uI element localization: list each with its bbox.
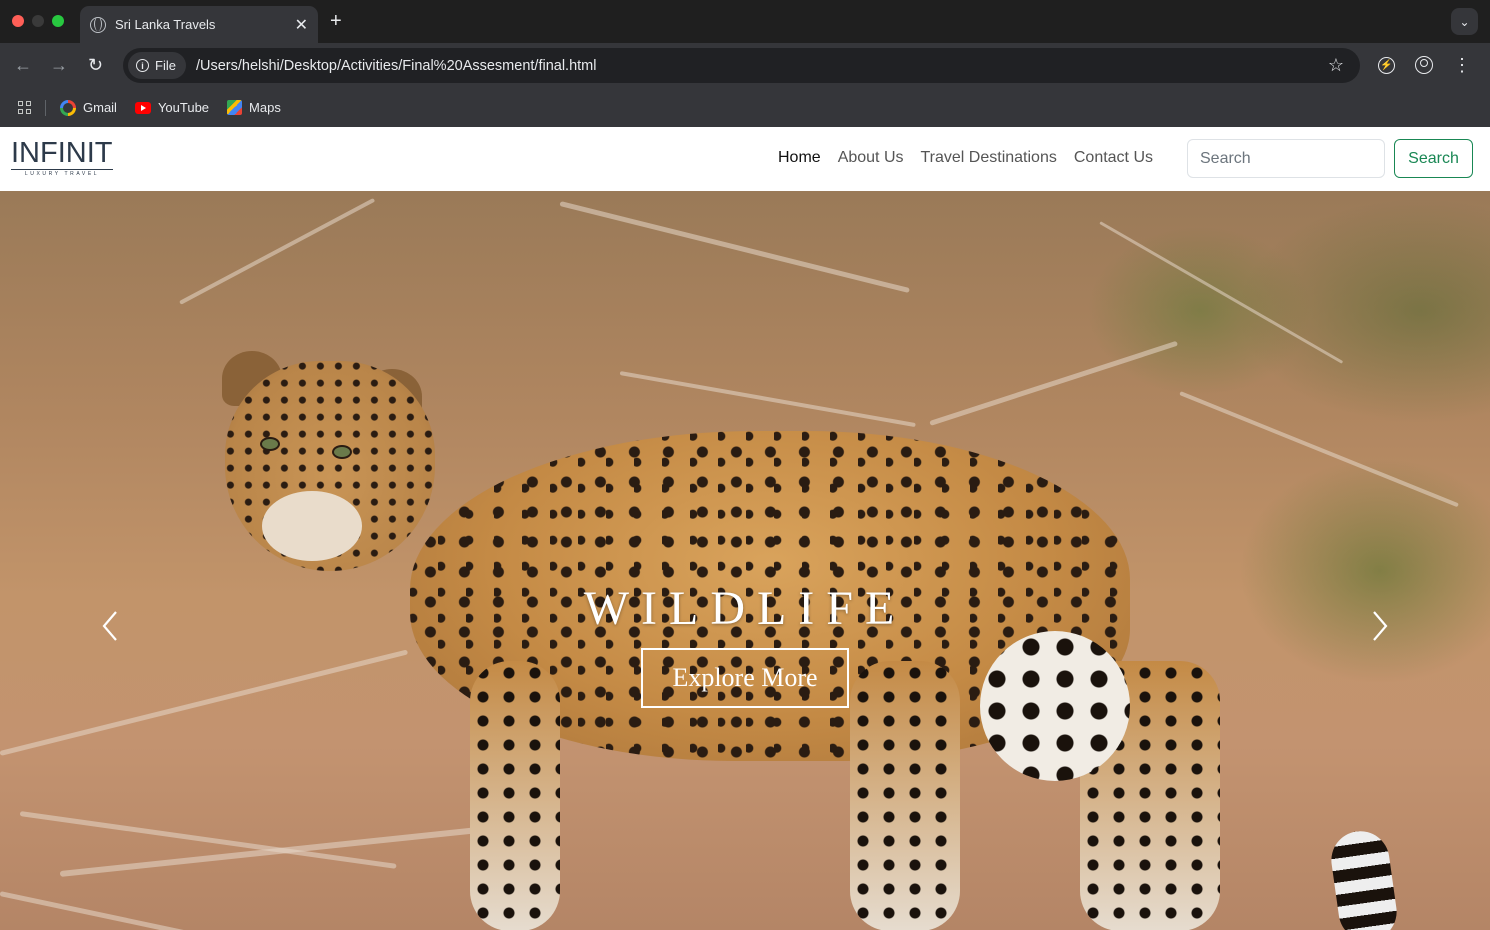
- chevron-right-icon: [1373, 611, 1388, 641]
- bookmarks-divider: [45, 99, 46, 116]
- search-input[interactable]: [1187, 139, 1385, 178]
- background-branch: [929, 340, 1179, 426]
- nav-about-us[interactable]: About Us: [838, 149, 904, 167]
- leopard-muzzle: [262, 491, 362, 561]
- browser-toolbar: ← → ↻ i File /Users/helshi/Desktop/Activ…: [0, 43, 1490, 88]
- foreground-branch: [0, 891, 314, 930]
- chevron-left-icon: [102, 611, 117, 641]
- globe-icon: [90, 16, 106, 33]
- minimize-window-button[interactable]: [32, 15, 44, 27]
- browser-menu-icon[interactable]: ⋮: [1452, 55, 1472, 75]
- google-icon: [60, 99, 76, 116]
- bookmark-star-icon[interactable]: ☆: [1328, 55, 1344, 76]
- bookmark-gmail[interactable]: Gmail: [60, 99, 117, 116]
- main-nav: Home About Us Travel Destinations Contac…: [778, 149, 1170, 167]
- browser-tab[interactable]: Sri Lanka Travels ✕: [80, 6, 318, 43]
- nav-home[interactable]: Home: [778, 149, 821, 167]
- info-icon: i: [136, 59, 149, 72]
- bookmark-label: Maps: [249, 100, 281, 115]
- reload-icon[interactable]: ↻: [88, 55, 103, 76]
- site-info-label: File: [155, 58, 176, 73]
- maps-icon: [227, 100, 243, 115]
- background-branch: [619, 371, 916, 428]
- address-bar[interactable]: i File /Users/helshi/Desktop/Activities/…: [123, 48, 1360, 83]
- tab-search-button[interactable]: ⌄: [1451, 8, 1478, 35]
- background-branch: [1179, 391, 1459, 508]
- tab-title: Sri Lanka Travels: [115, 17, 216, 32]
- bookmark-label: Gmail: [83, 100, 117, 115]
- nav-travel-destinations[interactable]: Travel Destinations: [921, 149, 1057, 167]
- leopard-eye: [332, 445, 352, 459]
- site-info-chip[interactable]: i File: [128, 52, 186, 79]
- new-tab-button[interactable]: +: [330, 10, 342, 33]
- background-branch: [559, 201, 910, 294]
- url-text[interactable]: /Users/helshi/Desktop/Activities/Final%2…: [196, 58, 1328, 74]
- search-button[interactable]: Search: [1394, 139, 1473, 178]
- leopard-eye: [260, 437, 280, 451]
- apps-grid-icon[interactable]: [18, 101, 31, 114]
- close-tab-icon[interactable]: ✕: [295, 15, 308, 35]
- back-arrow-icon[interactable]: ←: [14, 55, 32, 76]
- youtube-icon: [134, 101, 151, 114]
- site-navbar: INFINIT LUXURY TRAVEL Home About Us Trav…: [0, 127, 1490, 191]
- logo-tagline: LUXURY TRAVEL: [11, 169, 113, 177]
- web-page: INFINIT LUXURY TRAVEL Home About Us Trav…: [0, 127, 1490, 930]
- carousel-next-button[interactable]: [1358, 606, 1398, 646]
- hero-title: WILDLIFE: [583, 582, 907, 635]
- bookmark-youtube[interactable]: YouTube: [134, 100, 210, 115]
- carousel-caption: WILDLIFE Explore More: [0, 581, 1490, 708]
- leopard-tail: [1327, 827, 1401, 930]
- logo-wordmark: INFINIT: [11, 137, 113, 169]
- bookmark-label: YouTube: [157, 100, 210, 115]
- nav-contact-us[interactable]: Contact Us: [1074, 149, 1153, 167]
- extensions-icon[interactable]: ⚡: [1378, 57, 1395, 74]
- background-branch: [179, 197, 376, 305]
- profile-icon[interactable]: [1415, 56, 1433, 74]
- hero-carousel: WILDLIFE Explore More: [0, 191, 1490, 930]
- forward-arrow-icon[interactable]: →: [50, 55, 68, 76]
- bookmarks-bar: Gmail YouTube Maps: [0, 88, 1490, 127]
- maximize-window-button[interactable]: [52, 15, 64, 27]
- background-branch: [1099, 221, 1344, 364]
- carousel-prev-button[interactable]: [92, 606, 132, 646]
- bookmark-maps[interactable]: Maps: [227, 100, 281, 115]
- close-window-button[interactable]: [12, 15, 24, 27]
- browser-tab-bar: Sri Lanka Travels ✕ + ⌄: [0, 0, 1490, 43]
- window-controls: [12, 15, 64, 27]
- explore-more-button[interactable]: Explore More: [641, 648, 849, 708]
- site-logo[interactable]: INFINIT LUXURY TRAVEL: [11, 139, 113, 179]
